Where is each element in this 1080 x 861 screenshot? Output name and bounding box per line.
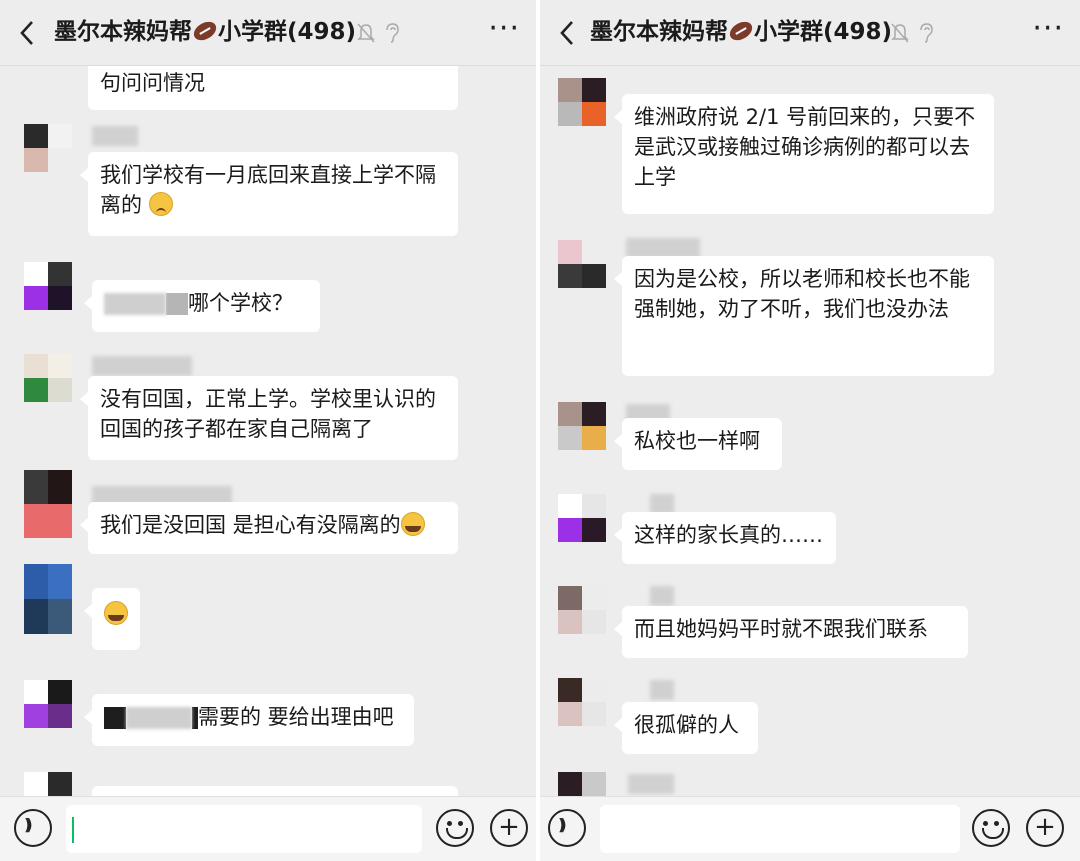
message-bubble[interactable]: 私校也一样啊 [614, 418, 782, 470]
redacted-text [104, 293, 166, 315]
avatar[interactable] [24, 564, 72, 634]
laugh-cry-emoji [104, 601, 128, 625]
message-input[interactable] [600, 805, 960, 853]
laugh-cry-emoji [400, 512, 425, 536]
message-text: 而且她妈妈平时就不跟我们联系 [634, 617, 928, 641]
more-icon[interactable]: ··· [488, 14, 520, 44]
message-list[interactable]: 维洲政府说 2/1 号前回来的，只要不是武汉或接触过确诊病例的都可以去上学 因为… [540, 66, 1080, 796]
chat-title: 墨尔本辣妈帮 小学群(498) [54, 14, 356, 50]
avatar[interactable] [24, 680, 72, 728]
message-bubble[interactable]: 这样的家长真的…… [614, 512, 836, 564]
message-text: 没有回国，正常上学。学校里认识的回国的孩子都在家自己隔离了 [100, 387, 436, 441]
sender-name [92, 356, 192, 376]
avatar[interactable] [558, 586, 606, 634]
sad-emoji [148, 192, 173, 216]
message-bubble[interactable]: 没有回国，正常上学。学校里认识的回国的孩子都在家自己隔离了 [80, 376, 458, 460]
emoji-icon[interactable] [972, 809, 1010, 847]
plus-icon[interactable]: + [1026, 809, 1064, 847]
chat-title-name: 墨尔本辣妈帮 [590, 19, 728, 45]
chat-screen-right: 墨尔本辣妈帮 小学群(498) ··· 维洲政府说 2/1 号前回来的，只要不是武… [540, 0, 1080, 861]
avatar[interactable] [558, 78, 606, 126]
avatar[interactable] [558, 494, 606, 542]
back-icon[interactable] [14, 18, 42, 48]
emoji-icon[interactable] [436, 809, 474, 847]
chat-title-group: 小学群(498) [754, 19, 893, 45]
voice-icon[interactable] [548, 809, 586, 847]
sender-name [626, 238, 700, 258]
message-list[interactable]: 句问问情况 我们学校有一月底回来直接上学不隔离的 哪个学校？ 没有回国，正常上学… [0, 66, 536, 796]
message-text: 哪个学校？ [188, 291, 293, 315]
message-text: 很孤僻的人 [634, 713, 739, 737]
mute-icon [357, 23, 375, 43]
chat-screen-left: 墨尔本辣妈帮 小学群(498) ··· 句问问情况 我们学校有一月底回来直接上学不… [0, 0, 536, 861]
message-text: 需要的 要给出理由吧 [198, 705, 394, 729]
message-text: 私校也一样啊 [634, 429, 760, 453]
redacted-block [104, 707, 126, 729]
message-input[interactable] [66, 805, 422, 853]
sender-name [650, 680, 674, 700]
sender-name [628, 774, 674, 794]
mute-icon [891, 23, 909, 43]
text-caret [72, 817, 74, 843]
message-bubble[interactable]: 我们学校有一月底回来直接上学不隔离的 [80, 152, 458, 236]
redacted-text [126, 707, 192, 729]
message-bubble[interactable]: 哪个学校？ [84, 280, 320, 332]
chat-title: 墨尔本辣妈帮 小学群(498) [590, 14, 892, 50]
more-icon[interactable]: ··· [1032, 14, 1064, 44]
input-bar: + [0, 796, 536, 861]
sender-name [650, 494, 674, 514]
football-emoji [190, 17, 220, 44]
avatar[interactable] [558, 402, 606, 450]
input-bar: + [540, 796, 1080, 861]
message-bubble[interactable]: 因为是公校，所以老师和校长也不能强制她，劝了不听，我们也没办法 [614, 256, 994, 376]
avatar[interactable] [558, 240, 606, 288]
football-emoji [726, 17, 756, 44]
voice-icon[interactable] [14, 809, 52, 847]
message-bubble[interactable]: 我们是没回国 是担心有没隔离的 [80, 502, 458, 554]
redacted-block [166, 293, 188, 315]
back-icon[interactable] [554, 18, 582, 48]
avatar[interactable] [24, 124, 72, 172]
message-text: 因为是公校，所以老师和校长也不能强制她，劝了不听，我们也没办法 [634, 267, 970, 321]
sender-name [650, 586, 674, 606]
message-bubble[interactable] [84, 588, 140, 650]
avatar[interactable] [24, 470, 72, 538]
ear-icon [920, 23, 933, 43]
message-text: 维洲政府说 2/1 号前回来的，只要不是武汉或接触过确诊病例的都可以去上学 [634, 105, 976, 189]
avatar[interactable] [24, 262, 72, 310]
chat-header: 墨尔本辣妈帮 小学群(498) ··· [0, 0, 536, 66]
avatar[interactable] [558, 772, 606, 796]
avatar[interactable] [558, 678, 606, 726]
message-bubble[interactable]: 而且她妈妈平时就不跟我们联系 [614, 606, 968, 658]
chat-header: 墨尔本辣妈帮 小学群(498) ··· [540, 0, 1080, 66]
message-bubble[interactable]: 很孤僻的人 [614, 702, 758, 754]
chat-title-name: 墨尔本辣妈帮 [54, 19, 192, 45]
plus-icon[interactable]: + [490, 809, 528, 847]
message-bubble[interactable] [92, 786, 458, 796]
message-text: 我们是没回国 是担心有没隔离的 [100, 513, 401, 537]
message-bubble[interactable]: 维洲政府说 2/1 号前回来的，只要不是武汉或接触过确诊病例的都可以去上学 [614, 94, 994, 214]
sender-name [92, 126, 138, 146]
message-bubble[interactable]: 需要的 要给出理由吧 [84, 694, 414, 746]
chat-title-group: 小学群(498) [218, 19, 357, 45]
avatar[interactable] [24, 772, 72, 796]
message-text: 这样的家长真的…… [634, 523, 823, 547]
avatar[interactable] [24, 354, 72, 402]
ear-icon [386, 23, 399, 43]
message-text: 句问问情况 [100, 71, 205, 95]
message-bubble[interactable]: 句问问情况 [88, 66, 458, 110]
